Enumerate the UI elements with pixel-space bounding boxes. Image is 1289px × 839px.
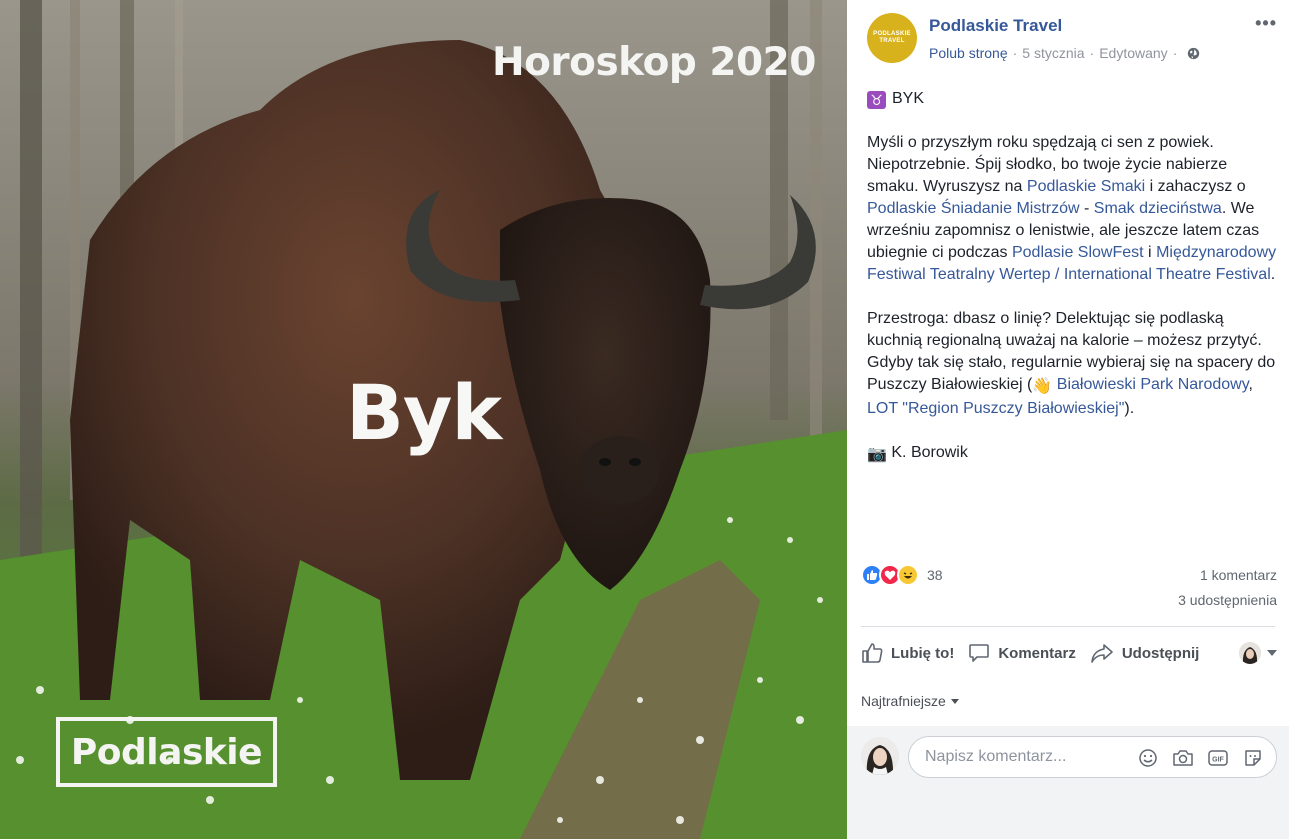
post-as-selector[interactable] — [1239, 642, 1277, 664]
sticker-icon[interactable] — [1242, 747, 1264, 769]
chevron-down-icon — [950, 699, 959, 704]
gif-icon[interactable]: GIF — [1207, 747, 1229, 769]
brand-logo-text: Podlaskie — [70, 731, 263, 773]
comment-input-box[interactable]: GIF — [908, 736, 1277, 778]
post-paragraph-2: Przestroga: dbasz o linię? Delektując si… — [867, 308, 1279, 420]
like-page-link[interactable]: Polub stronę — [929, 45, 1008, 61]
comments-section: Najtrafniejsze GIF — [847, 678, 1289, 839]
page-avatar-text: PODLASKIE TRAVEL — [873, 31, 911, 44]
post-heading: ♉ BYK — [867, 88, 1279, 110]
comment-icon — [969, 644, 990, 662]
shares-count[interactable]: 3 udostępnienia — [1178, 592, 1277, 608]
comment-button-label: Komentarz — [998, 644, 1076, 662]
svg-text:GIF: GIF — [1212, 757, 1224, 764]
share-icon — [1091, 644, 1113, 663]
chevron-down-icon — [1267, 650, 1277, 656]
haha-reaction-icon — [897, 564, 919, 586]
page-avatar[interactable]: PODLASKIE TRAVEL — [867, 13, 917, 63]
post-body: ♉ BYK Myśli o przyszłym roku spędzają ci … — [867, 88, 1279, 488]
post-photo[interactable]: Horoskop 2020 Byk Podlaskie — [0, 0, 847, 839]
meta-separator: · — [1089, 45, 1095, 61]
more-options-icon[interactable]: ••• — [1255, 14, 1277, 32]
link-podlaskie-smaki[interactable]: Podlaskie Smaki — [1027, 178, 1145, 195]
text: ). — [1124, 400, 1135, 417]
link-bialowieski-park[interactable]: Białowieski Park Narodowy — [1057, 376, 1249, 393]
overlay-title: Horoskop 2020 — [492, 40, 816, 85]
like-button[interactable]: Lubię to! — [861, 642, 954, 664]
post-stats: 38 1 komentarz 3 udostępnienia — [861, 563, 1277, 613]
meta-separator: · — [1012, 45, 1018, 61]
reactions-summary[interactable]: 38 — [861, 563, 943, 587]
sort-label: Najtrafniejsze — [861, 693, 946, 709]
post-panel: PODLASKIE TRAVEL Podlaskie Travel Polub … — [847, 0, 1289, 839]
divider — [861, 626, 1275, 627]
post-meta: Polub stronę · 5 stycznia · Edytowany · — [929, 45, 1200, 61]
post-header: PODLASKIE TRAVEL Podlaskie Travel Polub … — [867, 12, 1277, 64]
camera-emoji-icon: 📷 — [867, 446, 887, 463]
waving-hand-icon: 👋 — [1032, 378, 1053, 395]
text: . — [1270, 266, 1276, 283]
link-sniadanie-mistrzow[interactable]: Podlaskie Śniadanie Mistrzów — [867, 200, 1080, 217]
text: - — [1079, 200, 1094, 217]
post-date[interactable]: 5 stycznia — [1022, 45, 1084, 61]
edited-label[interactable]: Edytowany — [1099, 45, 1167, 61]
like-icon — [862, 643, 883, 663]
taurus-icon: ♉ — [867, 91, 886, 109]
comment-sort-dropdown[interactable]: Najtrafniejsze — [861, 693, 959, 709]
comment-button[interactable]: Komentarz — [968, 642, 1076, 664]
globe-icon — [1188, 47, 1200, 60]
text: i — [1143, 244, 1157, 261]
post-heading-text: BYK — [892, 90, 925, 107]
user-avatar[interactable] — [861, 737, 899, 775]
viewer-avatar — [1239, 642, 1261, 664]
page-name[interactable]: Podlaskie Travel — [929, 16, 1062, 36]
brand-logo: Podlaskie — [56, 717, 277, 787]
link-slowfest[interactable]: Podlasie SlowFest — [1012, 244, 1144, 261]
emoji-icon[interactable] — [1137, 747, 1159, 769]
meta-separator: · — [1172, 45, 1178, 61]
comments-count[interactable]: 1 komentarz — [1200, 567, 1277, 583]
credit-name: K. Borowik — [891, 444, 968, 461]
photo-credit: 📷 K. Borowik — [867, 442, 1279, 466]
text: , — [1248, 376, 1253, 393]
share-button-label: Udostępnij — [1121, 644, 1200, 662]
link-lot-region[interactable]: LOT "Region Puszczy Białowieskiej" — [867, 400, 1124, 417]
text: i zahaczysz o — [1145, 178, 1246, 195]
share-button[interactable]: Udostępnij — [1090, 642, 1200, 664]
camera-icon[interactable] — [1172, 747, 1194, 769]
comment-input[interactable] — [925, 748, 1135, 766]
overlay-sign: Byk — [346, 368, 502, 457]
post-paragraph-1: Myśli o przyszłym roku spędzają ci sen z… — [867, 132, 1279, 286]
reactions-count[interactable]: 38 — [927, 567, 943, 583]
like-button-label: Lubię to! — [891, 644, 955, 662]
comment-input-tools: GIF — [1124, 747, 1264, 769]
post-actions: Lubię to! Komentarz Udostępnij — [861, 637, 1277, 669]
link-smak-dziecinstwa[interactable]: Smak dzieciństwa — [1094, 200, 1222, 217]
